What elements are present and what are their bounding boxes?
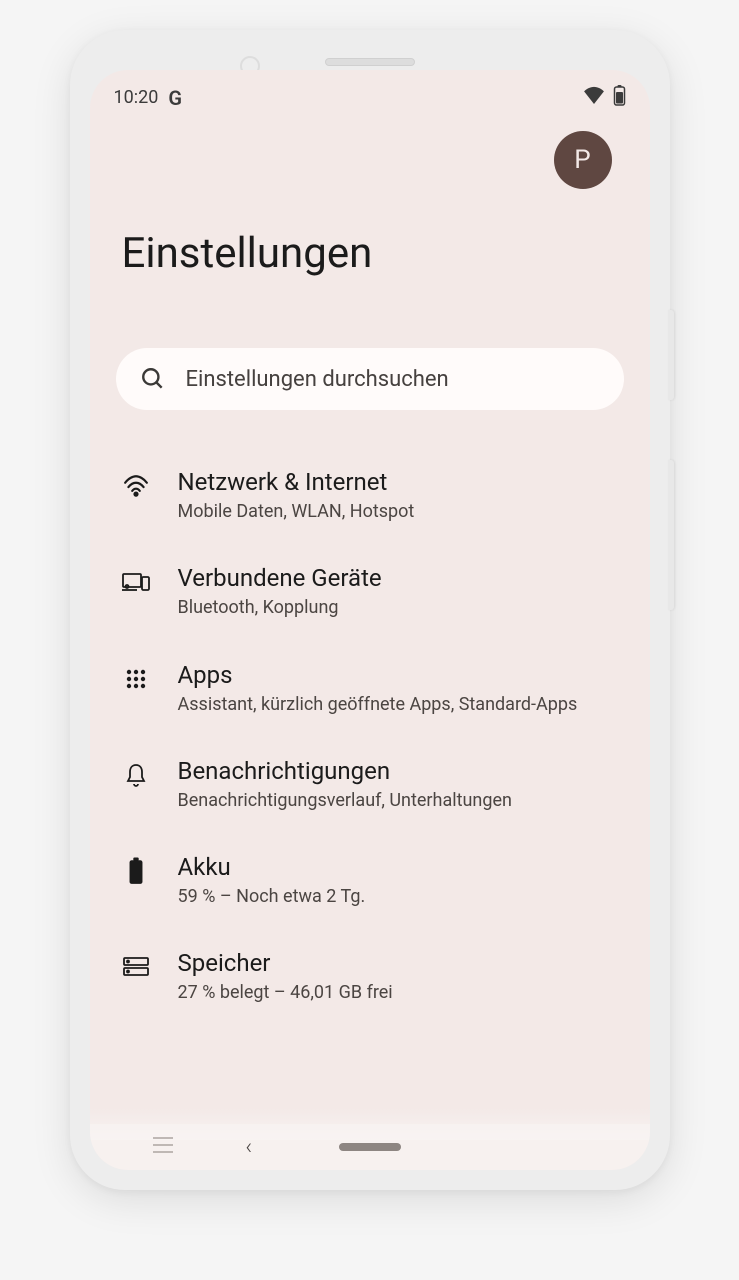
item-title: Apps: [178, 661, 618, 689]
status-time: 10:20: [114, 87, 159, 108]
item-title: Benachrichtigungen: [178, 757, 618, 785]
phone-frame: 10:20 G P Einstellungen Einstellun: [70, 30, 670, 1190]
settings-item-storage[interactable]: Speicher 27 % belegt – 46,01 GB frei: [90, 929, 650, 1025]
search-icon: [140, 366, 166, 392]
item-title: Speicher: [178, 949, 618, 977]
search-bar[interactable]: Einstellungen durchsuchen: [116, 348, 624, 410]
settings-item-battery[interactable]: Akku 59 % – Noch etwa 2 Tg.: [90, 833, 650, 929]
screen: 10:20 G P Einstellungen Einstellun: [90, 70, 650, 1170]
item-subtitle: 59 % – Noch etwa 2 Tg.: [178, 885, 618, 909]
wifi-icon: [583, 86, 605, 109]
settings-item-network[interactable]: Netzwerk & Internet Mobile Daten, WLAN, …: [90, 448, 650, 544]
navigation-bar: ‹: [90, 1124, 650, 1170]
recents-icon[interactable]: [152, 1136, 174, 1158]
settings-item-apps[interactable]: Apps Assistant, kürzlich geöffnete Apps,…: [90, 641, 650, 737]
back-button[interactable]: ‹: [246, 1135, 253, 1160]
page-title: Einstellungen: [122, 229, 618, 278]
settings-item-notifications[interactable]: Benachrichtigungen Benachrichtigungsverl…: [90, 737, 650, 833]
bell-icon: [122, 761, 150, 789]
settings-list: Netzwerk & Internet Mobile Daten, WLAN, …: [90, 440, 650, 1034]
item-title: Netzwerk & Internet: [178, 468, 618, 496]
avatar-initial: P: [574, 145, 590, 175]
power-button: [668, 310, 674, 400]
item-subtitle: Mobile Daten, WLAN, Hotspot: [178, 500, 618, 524]
header: P Einstellungen: [90, 119, 650, 308]
devices-icon: [122, 568, 150, 596]
item-title: Verbundene Geräte: [178, 564, 618, 592]
home-handle[interactable]: [339, 1143, 401, 1151]
status-bar: 10:20 G: [90, 70, 650, 119]
speaker-grille: [325, 58, 415, 66]
search-placeholder: Einstellungen durchsuchen: [186, 367, 449, 392]
profile-avatar[interactable]: P: [554, 131, 612, 189]
volume-button: [668, 460, 674, 610]
item-subtitle: Benachrichtigungsverlauf, Unterhaltungen: [178, 789, 618, 813]
battery-icon: [613, 84, 626, 111]
apps-icon: [122, 665, 150, 693]
settings-item-devices[interactable]: Verbundene Geräte Bluetooth, Kopplung: [90, 544, 650, 640]
item-title: Akku: [178, 853, 618, 881]
wifi-icon: [122, 472, 150, 500]
item-subtitle: Assistant, kürzlich geöffnete Apps, Stan…: [178, 693, 618, 717]
item-subtitle: 27 % belegt – 46,01 GB frei: [178, 981, 618, 1005]
battery-icon: [122, 857, 150, 885]
item-subtitle: Bluetooth, Kopplung: [178, 596, 618, 620]
google-icon: G: [168, 86, 182, 110]
storage-icon: [122, 953, 150, 981]
